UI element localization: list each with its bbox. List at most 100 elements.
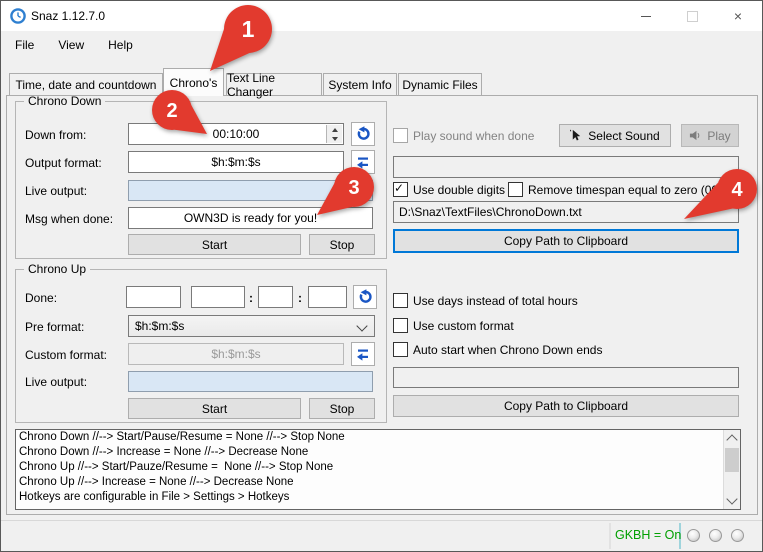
maximize-icon [687, 11, 698, 22]
pre-format-label: Pre format: [25, 320, 84, 334]
down-from-reset-button[interactable] [351, 122, 375, 146]
use-days-checkbox[interactable] [393, 293, 408, 308]
undo-icon [355, 126, 371, 142]
maximize-button[interactable] [669, 1, 715, 31]
callout-3-number: 3 [348, 177, 359, 199]
tab-dynamic-files[interactable]: Dynamic Files [398, 73, 482, 96]
done-label: Done: [25, 291, 57, 305]
use-custom-format-row: Use custom format [393, 318, 514, 333]
custom-format-placeholder: $h:$m:$s [211, 347, 260, 361]
msg-when-done-value: OWN3D is ready for you! [184, 211, 317, 225]
done-input-4[interactable] [308, 286, 347, 308]
menu-file[interactable]: File [3, 31, 46, 58]
use-custom-format-label: Use custom format [413, 319, 514, 333]
chrono-down-copy-path-button[interactable]: Copy Path to Clipboard [393, 229, 739, 253]
down-from-spinner[interactable] [326, 125, 342, 143]
stop-label: Stop [330, 402, 355, 416]
tab-label: System Info [328, 78, 391, 92]
scroll-up-icon[interactable] [726, 434, 737, 445]
statusbar-separator [609, 523, 611, 549]
done-separator: : [249, 291, 253, 305]
tab-text-line-changer[interactable]: Text Line Changer [226, 73, 322, 96]
select-sound-button[interactable]: Select Sound [559, 124, 671, 147]
down-from-label: Down from: [25, 128, 86, 142]
custom-format-input[interactable]: $h:$m:$s [128, 343, 344, 365]
done-input-1[interactable] [126, 286, 181, 308]
chrono-up-copy-path-button[interactable]: Copy Path to Clipboard [393, 395, 739, 417]
callout-1-number: 1 [242, 16, 255, 42]
callout-3: 3 [313, 164, 377, 220]
remove-timespan-checkbox[interactable] [508, 182, 523, 197]
spinner-down-icon[interactable] [327, 134, 342, 143]
menubar: File View Help [1, 31, 762, 58]
status-led-2[interactable] [709, 529, 722, 542]
use-days-label: Use days instead of total hours [413, 294, 578, 308]
minimize-icon [641, 16, 651, 17]
log-line: Chrono Down //--> Increase = None //--> … [16, 445, 740, 460]
minimize-button[interactable] [623, 1, 669, 31]
chrono-up-stop-button[interactable]: Stop [309, 398, 375, 419]
stop-label: Stop [330, 238, 355, 252]
menu-help[interactable]: Help [96, 31, 145, 58]
output-format-value: $h:$m:$s [211, 155, 260, 169]
start-label: Start [202, 238, 227, 252]
tab-label: Dynamic Files [402, 78, 477, 92]
spinner-up-icon[interactable] [327, 125, 342, 134]
use-days-row: Use days instead of total hours [393, 293, 578, 308]
log-scrollbar[interactable] [723, 430, 740, 509]
play-sound-label: Play sound when done [413, 129, 534, 143]
hotkey-log[interactable]: Chrono Down //--> Start/Pause/Resume = N… [15, 429, 741, 510]
play-sound-button[interactable]: Play [681, 124, 739, 147]
menu-view[interactable]: View [46, 31, 96, 58]
tab-time-date-countdown[interactable]: Time, date and countdown [9, 73, 163, 96]
status-led-3[interactable] [731, 529, 744, 542]
chrono-up-group-title: Chrono Up [24, 262, 90, 276]
close-button[interactable]: × [715, 1, 761, 31]
chrono-up-path-field[interactable] [393, 367, 739, 388]
scrollbar-thumb[interactable] [725, 448, 739, 472]
use-custom-format-checkbox[interactable] [393, 318, 408, 333]
done-input-2[interactable] [191, 286, 245, 308]
chrono-up-start-button[interactable]: Start [128, 398, 301, 419]
chevron-down-icon [356, 320, 367, 331]
tab-system-info[interactable]: System Info [323, 73, 397, 96]
done-reset-button[interactable] [353, 285, 377, 309]
log-line: Chrono Up //--> Start/Pauze/Resume = Non… [16, 460, 740, 475]
window-title: Snaz 1.12.7.0 [31, 9, 105, 23]
custom-format-insert-button[interactable] [351, 342, 375, 366]
statusbar: GKBH = On [1, 520, 762, 551]
auto-start-checkbox[interactable] [393, 342, 408, 357]
tab-label: Time, date and countdown [16, 78, 157, 92]
output-format-input[interactable]: $h:$m:$s [128, 151, 344, 173]
play-sound-row: Play sound when done [393, 128, 534, 143]
play-label: Play [707, 129, 730, 143]
callout-2: 2 [147, 88, 213, 138]
callout-4: 4 [680, 167, 762, 223]
close-icon: × [734, 9, 742, 23]
chrono-down-stop-button[interactable]: Stop [309, 234, 375, 255]
speaker-icon [689, 129, 702, 142]
chrono-up-live-output-field [128, 371, 373, 392]
log-line: Chrono Down //--> Start/Pause/Resume = N… [16, 430, 740, 445]
log-line: Hotkeys are configurable in File > Setti… [16, 490, 740, 505]
use-double-digits-checkbox[interactable] [393, 182, 408, 197]
live-output-label: Live output: [25, 184, 87, 198]
gkbh-status: GKBH = On [615, 528, 681, 542]
clock-icon [10, 8, 26, 24]
play-sound-checkbox[interactable] [393, 128, 408, 143]
callout-1: 1 [206, 2, 276, 76]
undo-icon [357, 289, 373, 305]
status-led-1[interactable] [687, 529, 700, 542]
callout-2-number: 2 [166, 100, 177, 122]
pre-format-dropdown[interactable]: $h:$m:$s [128, 315, 375, 337]
down-from-value: 00:10:00 [213, 127, 260, 141]
pre-format-value: $h:$m:$s [135, 319, 184, 333]
copy-path-label: Copy Path to Clipboard [504, 399, 628, 413]
done-separator: : [298, 291, 302, 305]
start-label: Start [202, 402, 227, 416]
log-line: Chrono Up //--> Increase = None //--> De… [16, 475, 740, 490]
scroll-down-icon[interactable] [726, 493, 737, 504]
done-input-3[interactable] [258, 286, 293, 308]
chrono-down-start-button[interactable]: Start [128, 234, 301, 255]
chrono-down-path-value: D:\Snaz\TextFiles\ChronoDown.txt [399, 205, 582, 219]
